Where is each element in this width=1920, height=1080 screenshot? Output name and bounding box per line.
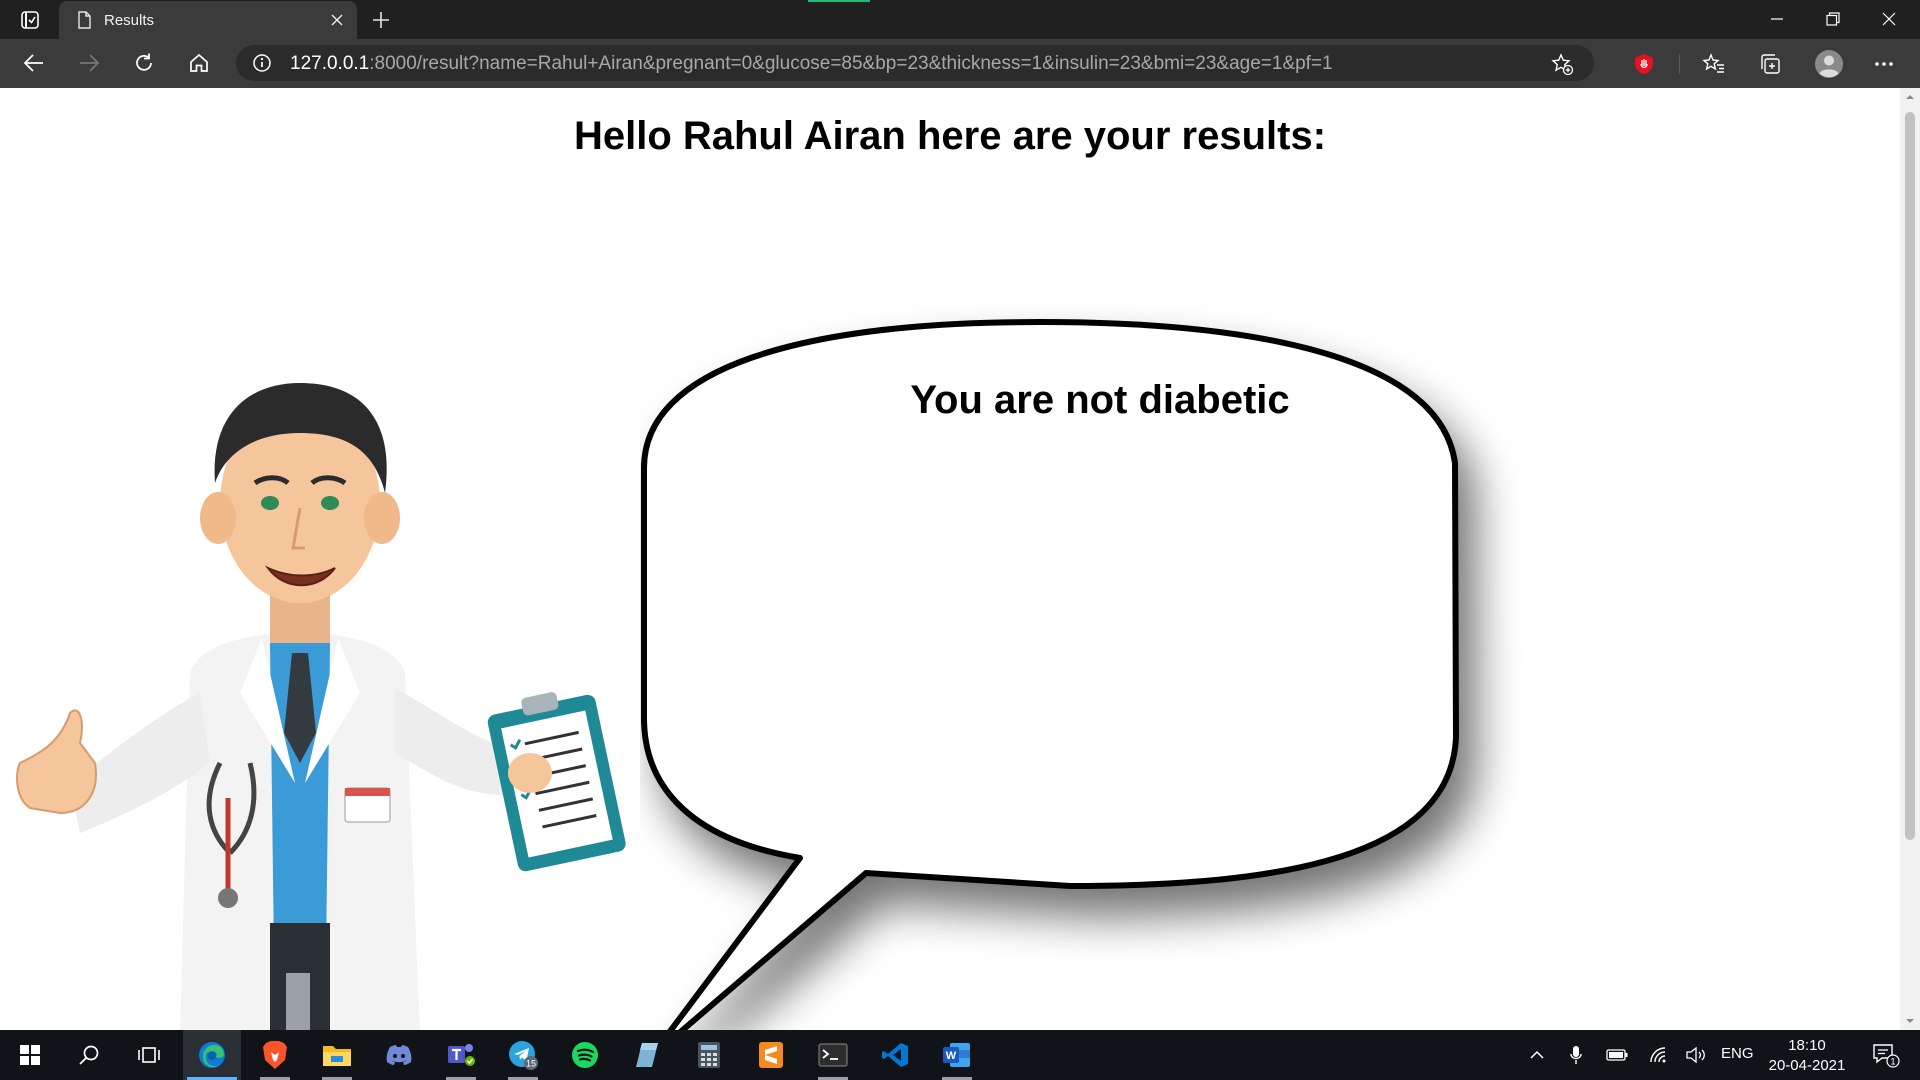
minimize-button[interactable] <box>1749 0 1805 38</box>
language-indicator[interactable]: ENG <box>1721 1045 1754 1062</box>
word-taskbar-icon[interactable]: W <box>928 1030 986 1080</box>
telegram-badge: 15 <box>526 1059 536 1069</box>
scroll-down-arrow-icon[interactable] <box>1905 1016 1915 1026</box>
clock-time: 18:10 <box>1788 1037 1826 1054</box>
info-icon[interactable] <box>252 53 272 73</box>
sublime-text-taskbar-icon[interactable] <box>742 1030 800 1080</box>
start-icon[interactable] <box>1 1030 59 1080</box>
navigation-bar: 127.0.0.1:8000/result?name=Rahul+Airan&p… <box>0 39 1920 88</box>
tab-title: Results <box>104 11 155 29</box>
calculator-taskbar-icon[interactable] <box>680 1030 738 1080</box>
task-view-icon[interactable] <box>120 1030 178 1080</box>
home-icon[interactable] <box>181 47 217 79</box>
brave-taskbar-icon[interactable] <box>246 1030 304 1080</box>
close-window-button[interactable] <box>1861 0 1917 38</box>
notification-count: 1 <box>1890 1057 1895 1067</box>
page-content: Hello Rahul Airan here are your results:… <box>0 88 1900 1030</box>
scroll-thumb[interactable] <box>1905 112 1915 840</box>
scroll-up-arrow-icon[interactable] <box>1905 92 1915 102</box>
more-dots-icon[interactable] <box>1870 50 1898 78</box>
notification-center-icon[interactable]: 1 <box>1866 1030 1906 1080</box>
back-arrow-icon[interactable] <box>16 47 52 79</box>
vertical-scrollbar[interactable] <box>1900 88 1920 1030</box>
profile-avatar-icon[interactable] <box>1813 48 1845 80</box>
adblock-extension-icon[interactable] <box>1630 50 1658 78</box>
clock[interactable]: 18:10 20-04-2021 <box>1752 1036 1862 1076</box>
search-icon[interactable] <box>60 1030 118 1080</box>
tab-strip: Results <box>0 0 1920 39</box>
microphone-icon[interactable] <box>1565 1030 1587 1080</box>
document-icon <box>78 11 91 29</box>
refresh-icon[interactable] <box>126 47 162 79</box>
toolbar-separator <box>1679 54 1680 74</box>
battery-icon[interactable] <box>1604 1030 1630 1080</box>
vscode-taskbar-icon[interactable] <box>866 1030 924 1080</box>
page-heading: Hello Rahul Airan here are your results: <box>573 114 1327 158</box>
tab-actions-icon[interactable] <box>12 7 48 33</box>
windows-taskbar: 15 W ENG 18:10 20-04-2021 1 <box>0 1030 1920 1080</box>
tab-activity-indicator <box>808 0 870 2</box>
notes-taskbar-icon[interactable] <box>618 1030 676 1080</box>
address-bar[interactable]: 127.0.0.1:8000/result?name=Rahul+Airan&p… <box>236 45 1594 81</box>
doctor-illustration <box>16 383 626 1030</box>
forward-arrow-icon[interactable] <box>71 47 107 79</box>
volume-icon[interactable] <box>1682 1030 1710 1080</box>
file-explorer-taskbar-icon[interactable] <box>308 1030 366 1080</box>
edge-taskbar-icon[interactable] <box>183 1030 241 1080</box>
restore-button[interactable] <box>1805 0 1861 38</box>
favorites-icon[interactable] <box>1700 50 1728 78</box>
tab-results[interactable]: Results <box>59 1 357 39</box>
speech-bubble <box>641 319 1459 1030</box>
chevron-up-icon[interactable] <box>1524 1030 1550 1080</box>
spotify-taskbar-icon[interactable] <box>556 1030 614 1080</box>
close-tab-icon[interactable] <box>327 10 347 30</box>
star-plus-icon[interactable] <box>1550 52 1574 76</box>
telegram-taskbar-icon[interactable]: 15 <box>494 1030 552 1080</box>
new-tab-button[interactable] <box>367 6 395 34</box>
wifi-icon[interactable] <box>1646 1030 1672 1080</box>
discord-taskbar-icon[interactable] <box>370 1030 428 1080</box>
terminal-taskbar-icon[interactable] <box>804 1030 862 1080</box>
result-message: You are not diabetic <box>910 378 1290 422</box>
collections-icon[interactable] <box>1756 50 1784 78</box>
svg-text:W: W <box>946 1050 957 1062</box>
clock-date: 20-04-2021 <box>1768 1057 1846 1074</box>
url-text: 127.0.0.1:8000/result?name=Rahul+Airan&p… <box>290 53 1333 74</box>
teams-taskbar-icon[interactable] <box>432 1030 490 1080</box>
